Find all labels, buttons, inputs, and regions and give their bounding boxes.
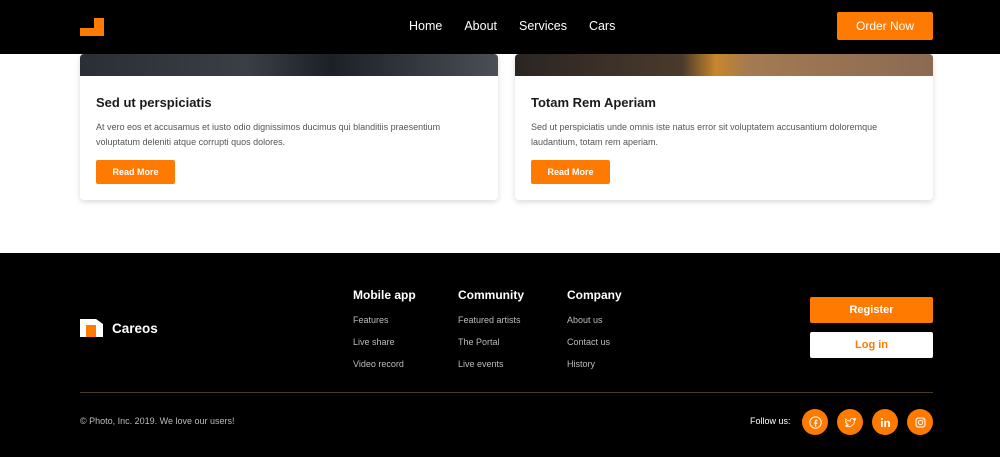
footer-column-community: Community Featured artists The Portal Li… [458,288,524,381]
brand-name: Careos [112,320,158,336]
read-more-button[interactable]: Read More [531,160,610,184]
follow-us-label: Follow us: [750,416,791,426]
nav-link-services[interactable]: Services [519,19,567,33]
footer-divider [80,392,933,393]
footer-column-title: Community [458,288,524,302]
nav-links: Home About Services Cars [409,19,637,33]
footer-link[interactable]: Features [353,315,416,325]
blog-card: Totam Rem Aperiam Sed ut perspiciatis un… [515,54,933,200]
footer-column-mobile-app: Mobile app Features Live share Video rec… [353,288,416,381]
card-title: Totam Rem Aperiam [531,95,656,110]
card-image [80,54,498,76]
footer-column-title: Company [567,288,622,302]
footer-link[interactable]: History [567,359,622,369]
twitter-icon[interactable] [837,409,863,435]
footer-link[interactable]: Contact us [567,337,622,347]
footer-link[interactable]: Live share [353,337,416,347]
top-navbar: Home About Services Cars Order Now [0,0,1000,54]
footer-link[interactable]: The Portal [458,337,524,347]
login-button[interactable]: Log in [810,332,933,358]
copyright-text: © Photo, Inc. 2019. We love our users! [80,416,235,426]
card-text: Sed ut perspiciatis unde omnis iste natu… [531,122,878,147]
blog-card: Sed ut perspiciatis At vero eos et accus… [80,54,498,200]
footer-brand[interactable]: Careos [80,319,158,337]
footer: Careos Mobile app Features Live share Vi… [0,253,1000,457]
nav-link-cars[interactable]: Cars [589,19,615,33]
order-now-button[interactable]: Order Now [837,12,933,40]
instagram-icon[interactable] [907,409,933,435]
card-image [515,54,933,76]
card-title: Sed ut perspiciatis [96,95,212,110]
nav-link-about[interactable]: About [464,19,497,33]
register-button[interactable]: Register [810,297,933,323]
footer-link[interactable]: Live events [458,359,524,369]
footer-column-title: Mobile app [353,288,416,302]
facebook-icon[interactable] [802,409,828,435]
brand-logo-icon [80,319,103,337]
footer-column-company: Company About us Contact us History [567,288,622,381]
brand-logo-icon[interactable] [80,18,104,36]
footer-link[interactable]: About us [567,315,622,325]
read-more-button[interactable]: Read More [96,160,175,184]
footer-link[interactable]: Featured artists [458,315,524,325]
footer-link[interactable]: Video record [353,359,416,369]
nav-link-home[interactable]: Home [409,19,442,33]
linkedin-icon[interactable] [872,409,898,435]
card-text: At vero eos et accusamus et iusto odio d… [96,122,441,147]
